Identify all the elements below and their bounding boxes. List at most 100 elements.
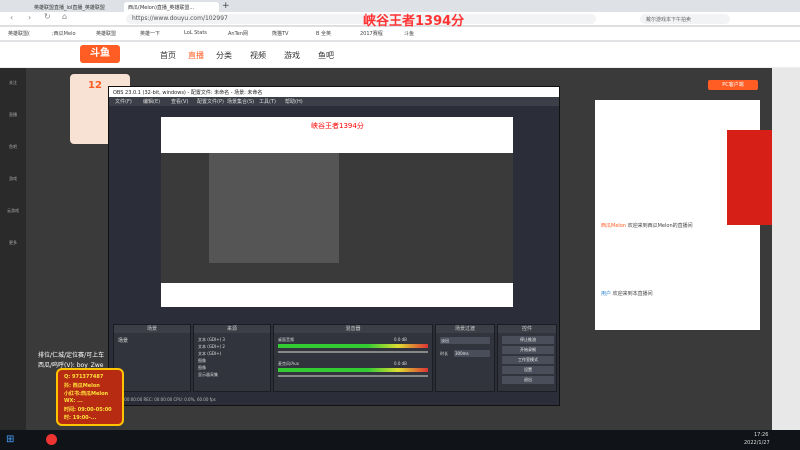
studio-mode-button[interactable]: 工作室模式 [502,356,554,364]
bookmark[interactable]: ;西瓜Melo [52,30,76,37]
dock-header: 场景过渡 [436,325,494,333]
chrome-icon[interactable] [46,434,57,445]
mixer-level: 0.0 dB [394,361,407,366]
source-item[interactable]: 文本 (GDI+) 2 [198,344,225,350]
bookmark[interactable]: AnTen网 [228,30,248,37]
obs-titlebar: OBS 23.0.1 (32-bit, windows) - 配置文件: 未命名… [109,87,559,97]
streamer-card: Q: 971377487 抖: 西瓜Melon 小红书:西瓜Melon WX: … [56,368,124,426]
dock-header: 混音器 [274,325,432,333]
chat-user[interactable]: 用户 [601,291,611,297]
preview-capture: 峡谷王者1394分 [161,117,513,307]
nested-obs [209,153,339,263]
browser-tab-active[interactable]: 西瓜(Melon)直播_英雄联盟... [124,2,219,12]
bookmarks-bar: 英雄联盟( ;西瓜Melo 英雄联盟 英雄一下 LoL Stats AnTen网… [0,27,800,41]
bookmark[interactable]: 英雄联盟( [8,30,30,37]
mixer-level: 0.0 dB [394,337,407,342]
stop-streaming-button[interactable]: 停止推流 [502,336,554,344]
taskbar: ⊞ 17:26 2022/1/27 [0,430,800,450]
sidebar-item[interactable]: 关注 [4,80,22,86]
bookmark[interactable]: 斗鱼 [404,30,414,37]
mixer-track: 桌面音频 [278,337,294,342]
bookmark[interactable]: B 全英 [316,30,331,37]
controls-dock: 控件 停止推流 开始录制 工作室模式 设置 退出 [497,324,557,392]
dock-header: 来源 [194,325,270,333]
windows-start-icon[interactable]: ⊞ [6,434,14,445]
card-line: 时间: 09:00-05:00 [64,407,112,413]
sidebar-item[interactable]: 鱼吧 [4,144,22,150]
new-tab-button[interactable]: + [222,1,230,11]
card-line: 时: 19:00-... [64,415,97,421]
douyu-logo[interactable]: 斗鱼 [80,45,120,63]
nav-item[interactable]: 直播 [188,50,204,61]
home-icon[interactable]: ⌂ [62,12,67,21]
source-item[interactable]: 图像 [198,365,206,371]
nav-item[interactable]: 鱼吧 [318,50,334,61]
sidebar-item[interactable]: 直播 [4,112,22,118]
volume-meter [278,344,428,348]
obs-menu-item[interactable]: 配置文件(P) [197,98,224,105]
refresh-icon[interactable]: ↻ [44,12,51,21]
nav-item[interactable]: 游戏 [284,50,300,61]
obs-menu-item[interactable]: 场景集合(S) [227,98,254,105]
pc-client-button[interactable]: PC客户端 [708,80,758,90]
nav-item[interactable]: 视频 [250,50,266,61]
exit-button[interactable]: 退出 [502,376,554,384]
chat-user[interactable]: 西瓜Melon [601,223,626,229]
volume-meter [278,368,428,372]
bookmark[interactable]: 英雄联盟 [96,30,116,37]
card-line: Q: 971377487 [64,374,104,380]
transition-select[interactable]: 淡出 [440,337,490,344]
nested-capture [161,153,513,283]
url-input[interactable]: https://www.douyu.com/102997 [126,14,596,24]
scrollbar[interactable] [772,68,800,430]
bookmark[interactable]: 英雄一下 [140,30,160,37]
sources-dock: 来源 文本 (GDI+) 3 文本 (GDI+) 2 文本 (GDI+) 图像 … [193,324,271,392]
sidebar-item[interactable]: 更多 [4,240,22,246]
chat-text: 欢迎来到本直播间 [612,291,653,297]
scene-item[interactable]: 场景 [118,337,128,344]
back-icon[interactable]: ‹ [10,13,13,22]
ad-banner[interactable] [727,130,772,225]
chat-message: 用户 欢迎来到本直播间 [601,290,751,297]
source-item[interactable]: 图像 [198,358,206,364]
obs-menu-item[interactable]: 查看(V) [171,98,188,105]
obs-preview[interactable]: 峡谷王者1394分 [161,117,513,307]
card-line: 抖: 西瓜Melon [64,383,100,389]
volume-slider[interactable] [278,375,428,377]
sidebar-item[interactable]: 游戏 [4,176,22,182]
obs-menu-item[interactable]: 工具(T) [259,98,276,105]
forward-icon[interactable]: › [28,13,31,22]
volume-slider[interactable] [278,351,428,353]
source-item[interactable]: 文本 (GDI+) 3 [198,337,225,343]
duration-label: 时长 [440,351,448,356]
card-line: 小红书:西瓜Melon [64,391,109,397]
source-item[interactable]: 文本 (GDI+) [198,351,221,357]
clock-time: 17:26 [754,432,769,438]
chat-text: 欢迎来到西瓜Melon的直播间 [627,223,693,229]
nav-item[interactable]: 分类 [216,50,232,61]
bookmark[interactable]: 2017赛程 [360,30,383,37]
transitions-dock: 场景过渡 淡出 时长 300ms [435,324,495,392]
obs-menu-item[interactable]: 帮助(H) [285,98,303,105]
obs-menu-item[interactable]: 编辑(E) [143,98,160,105]
mixer-dock: 混音器 桌面音频 0.0 dB 麦克风/Aux 0.0 dB [273,324,433,392]
duration-input[interactable]: 300ms [454,350,490,357]
mixer-track: 麦克风/Aux [278,361,299,366]
source-item[interactable]: 显示器采集 [198,372,218,378]
left-sidebar: 关注 直播 鱼吧 游戏 云游戏 更多 [0,68,26,430]
search-input[interactable]: 戴尔游戏本下午拍卖 [640,14,730,24]
sidebar-item[interactable]: 云游戏 [4,208,22,214]
dock-header: 场景 [114,325,190,333]
obs-menu-item[interactable]: 文件(F) [115,98,132,105]
bookmark[interactable]: LoL Stats [184,30,207,36]
obs-statusbar: LIVE: 00:00:00 REC: 00:00:00 CPU: 0.0%, … [109,394,559,405]
nav-item[interactable]: 首页 [160,50,176,61]
settings-button[interactable]: 设置 [502,366,554,374]
dock-header: 控件 [498,325,556,333]
site-header [0,42,800,68]
bookmark[interactable]: 熊猫TV [272,30,288,37]
browser-tab[interactable]: 英雄联盟直播_lol直播_英雄联盟 [30,2,120,12]
obs-menubar: 文件(F) 编辑(E) 查看(V) 配置文件(P) 场景集合(S) 工具(T) … [109,97,559,106]
start-recording-button[interactable]: 开始录制 [502,346,554,354]
obs-window: OBS 23.0.1 (32-bit, windows) - 配置文件: 未命名… [108,86,560,406]
